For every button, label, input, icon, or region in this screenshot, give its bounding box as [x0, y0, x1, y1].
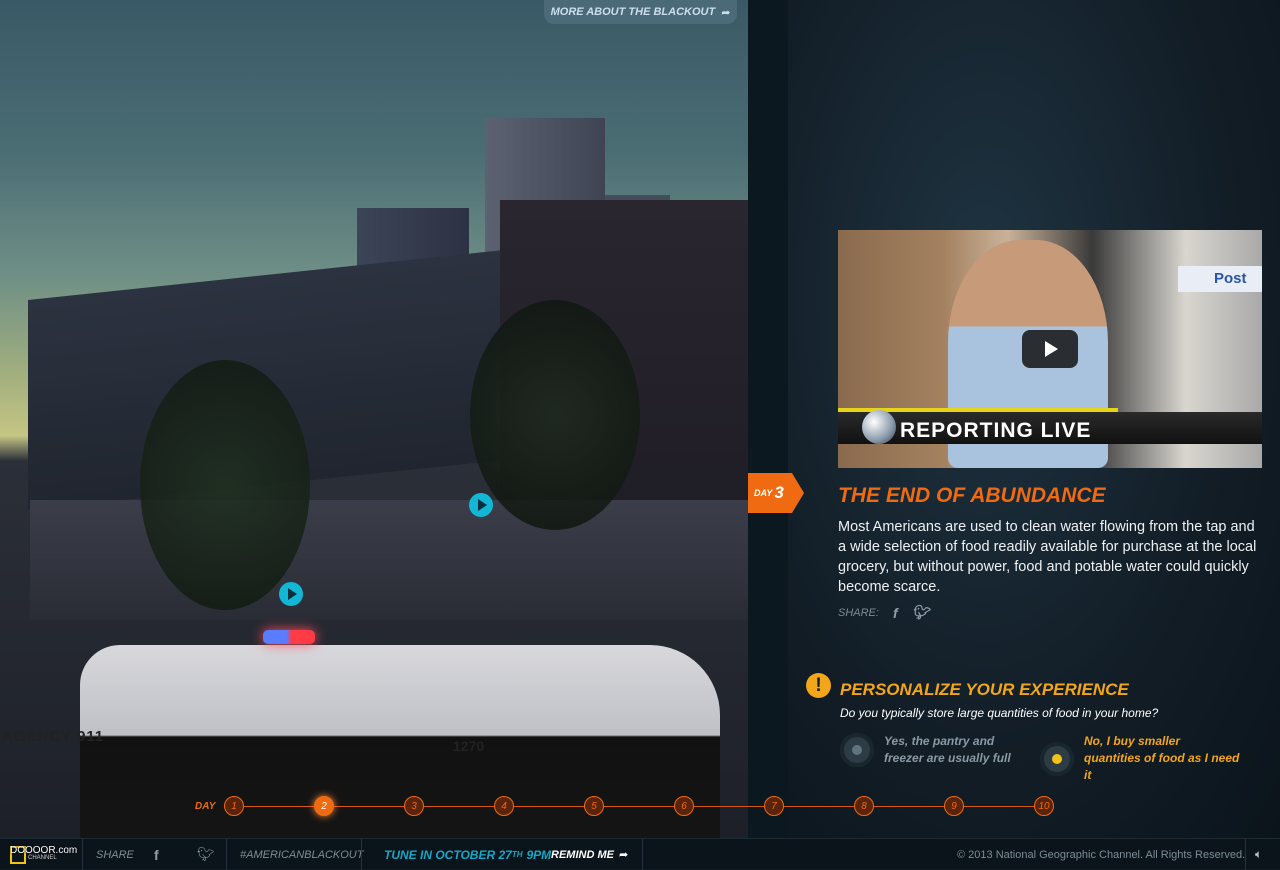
car-text: AGENCY 911	[2, 728, 105, 745]
story-title: THE END OF ABUNDANCE	[838, 484, 1106, 507]
tune-in-time: 9PM	[526, 847, 552, 862]
separator	[1245, 839, 1246, 870]
timeline-day-7[interactable]: 7	[764, 796, 784, 816]
timeline-day-2[interactable]: 2	[314, 796, 334, 816]
radio-dot	[1052, 753, 1062, 764]
volume-icon[interactable]: 🔈︎	[1255, 839, 1262, 870]
tree	[470, 300, 640, 530]
radio-button-selected[interactable]	[1040, 741, 1074, 776]
more-about-label: MORE ABOUT THE BLACKOUT	[550, 6, 716, 18]
day-badge: DAY 3	[748, 473, 804, 513]
video-player[interactable]: Post REPORTING LIVE	[838, 230, 1262, 468]
story-body: Most Americans are used to clean water f…	[838, 519, 1257, 595]
option-no-label: No, I buy smaller quantities of food as …	[1084, 734, 1240, 782]
low-wall	[30, 500, 748, 620]
panel-divider	[748, 0, 788, 838]
timeline-day-4[interactable]: 4	[494, 796, 514, 816]
copyright: © 2013 National Geographic Channel. All …	[957, 848, 1246, 861]
radio-dot	[852, 745, 862, 755]
globe-icon	[862, 410, 896, 444]
video-caption: REPORTING LIVE	[900, 419, 1092, 442]
post-office-sign: Post	[1178, 266, 1262, 292]
timeline-day-9[interactable]: 9	[944, 796, 964, 816]
car-number: 1270	[453, 738, 485, 754]
footer-bar: CHANNEL SHARE f 🐦︎ #AMERICANBLACKOUT TUN…	[0, 838, 1280, 870]
timeline-day-10[interactable]: 10	[1034, 796, 1054, 816]
twitter-icon[interactable]: 🐦︎	[197, 839, 215, 870]
day-badge-word: DAY	[754, 488, 773, 498]
tree	[140, 360, 310, 610]
twitter-icon[interactable]: 🐦︎	[912, 604, 930, 621]
tune-in-text: TUNE IN OCTOBER 27	[384, 847, 512, 862]
separator	[82, 839, 83, 870]
arrow-right-icon: ➦	[618, 849, 629, 861]
story-share: SHARE: f 🐦︎	[838, 604, 929, 621]
remind-me-label: REMIND ME	[551, 848, 614, 861]
option-yes-label: Yes, the pantry and freezer are usually …	[884, 734, 1011, 765]
timeline-day-5[interactable]: 5	[584, 796, 604, 816]
exclamation-icon: !	[806, 673, 831, 698]
timeline-day-8[interactable]: 8	[854, 796, 874, 816]
arrow-right-icon: ➦	[721, 6, 731, 19]
separator	[226, 839, 227, 870]
facebook-icon[interactable]: f	[893, 605, 898, 621]
day-badge-number: 3	[774, 483, 784, 502]
timeline-line	[233, 806, 1043, 807]
day-timeline: DAY 1 2 3 4 5 6 7 8 9 10	[195, 796, 1055, 818]
timeline-day-1[interactable]: 1	[224, 796, 244, 816]
timeline-day-3[interactable]: 3	[404, 796, 424, 816]
timeline-day-6[interactable]: 6	[674, 796, 694, 816]
personalize-question: Do you typically store large quantities …	[840, 706, 1159, 720]
tune-in-sup: TH	[511, 850, 523, 859]
remind-me-button[interactable]: REMIND ME ➦	[551, 839, 628, 870]
more-about-blackout-link[interactable]: MORE ABOUT THE BLACKOUT ➦	[544, 0, 737, 24]
timeline-label: DAY	[195, 801, 216, 812]
facebook-icon[interactable]: f	[154, 839, 159, 870]
footer-share-label: SHARE	[96, 848, 134, 861]
personalize-title: PERSONALIZE YOUR EXPERIENCE	[840, 680, 1129, 699]
tune-in: TUNE IN OCTOBER 27 TH 9PM	[384, 839, 551, 870]
blackout-scene-image: AGENCY 911 1270	[0, 0, 748, 838]
play-button[interactable]	[1022, 330, 1078, 368]
hashtag[interactable]: #AMERICANBLACKOUT	[240, 839, 363, 870]
option-yes[interactable]: Yes, the pantry and freezer are usually …	[840, 733, 1015, 767]
option-no[interactable]: No, I buy smaller quantities of food as …	[1040, 733, 1240, 784]
watermark: DOOOOR.com	[10, 845, 78, 856]
hotspot-play-icon[interactable]	[279, 582, 303, 606]
share-label: SHARE:	[838, 606, 879, 619]
hotspot-play-icon[interactable]	[469, 493, 493, 517]
separator	[361, 839, 362, 870]
separator	[642, 839, 643, 870]
police-siren	[263, 630, 315, 644]
radio-button[interactable]	[840, 733, 874, 767]
